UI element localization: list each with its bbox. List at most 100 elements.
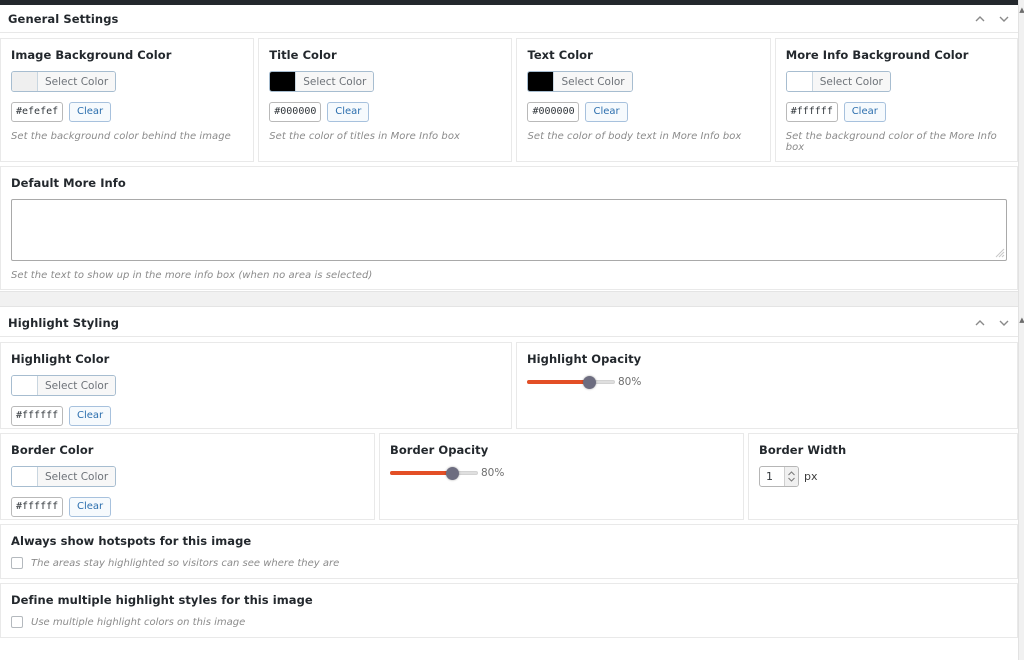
hex-input[interactable]: #ffffff [785, 102, 838, 122]
checkbox-row: Use multiple highlight colors on this im… [11, 616, 1007, 628]
hex-input[interactable]: #ffffff [11, 497, 63, 517]
textarea-wrapper [11, 199, 1007, 261]
field-always-show-hotspots: Always show hotspots for this image The … [0, 524, 1018, 579]
select-color-button[interactable]: Select Color [527, 71, 633, 92]
highlight-row-1: Highlight Color Select Color #ffffff Cle… [0, 337, 1018, 429]
highlight-row-2: Border Color Select Color #ffffff Clear … [0, 429, 1018, 520]
color-swatch [786, 72, 813, 91]
clear-button[interactable]: Clear [327, 102, 370, 122]
general-settings-tools [974, 5, 1010, 33]
field-label: Default More Info [11, 176, 126, 190]
vertical-scrollbar[interactable]: ▲ ▲ [1018, 0, 1024, 660]
clear-button[interactable]: Clear [69, 102, 112, 122]
hex-input[interactable]: #efefef [11, 102, 63, 122]
select-color-label: Select Color [812, 72, 890, 91]
hex-row: #ffffff Clear [11, 497, 364, 517]
field-helper-text: Set the color of body text in More Info … [527, 131, 742, 142]
border-opacity-slider[interactable]: 80% [390, 466, 733, 480]
highlight-styling-header: Highlight Styling [0, 309, 1018, 337]
section-general-settings: General Settings Image Background Color … [0, 5, 1018, 290]
highlight-opacity-slider[interactable]: 80% [527, 375, 1007, 389]
slider-control[interactable] [527, 375, 615, 389]
highlight-styling-tools [974, 309, 1010, 337]
field-more-info-background-color: More Info Background Color Select Color … [774, 38, 1018, 162]
section-highlight-styling: Highlight Styling Highlight Color Select… [0, 309, 1018, 638]
section-separator-band [0, 291, 1018, 307]
border-width-value[interactable]: 1 [760, 470, 784, 483]
field-border-opacity: Border Opacity 80% [379, 433, 744, 520]
hex-input[interactable]: #ffffff [11, 406, 63, 426]
chevron-down-icon[interactable] [998, 317, 1010, 329]
select-color-label: Select Color [38, 467, 116, 486]
color-swatch [12, 467, 38, 486]
slider-control[interactable] [390, 466, 478, 480]
field-text-color: Text Color Select Color #000000 Clear Se… [516, 38, 771, 162]
checkbox-row: The areas stay highlighted so visitors c… [11, 557, 1007, 569]
border-width-row: 1 px [759, 466, 1007, 487]
field-label: Border Width [759, 443, 847, 457]
clear-button[interactable]: Clear [69, 406, 112, 426]
clear-button[interactable]: Clear [843, 102, 886, 122]
chevron-down-icon[interactable] [998, 13, 1010, 25]
field-multiple-highlight-styles: Define multiple highlight styles for thi… [0, 583, 1018, 638]
color-swatch [12, 376, 38, 395]
slider-fill [390, 471, 452, 475]
chevron-up-icon[interactable] [974, 13, 986, 25]
select-color-label: Select Color [554, 72, 632, 91]
hex-row: #ffffff Clear [11, 406, 501, 426]
section-title: Highlight Styling [8, 315, 120, 330]
border-width-unit: px [804, 470, 818, 483]
field-label: More Info Background Color [785, 48, 969, 62]
slider-value-label: 80% [481, 467, 505, 479]
general-settings-header: General Settings [0, 5, 1018, 33]
select-color-button[interactable]: Select Color [11, 466, 117, 487]
clear-button[interactable]: Clear [69, 497, 112, 517]
select-color-button[interactable]: Select Color [785, 71, 891, 92]
field-helper-text: Set the color of titles in More Info box [269, 131, 460, 142]
always-show-hotspots-checkbox[interactable] [11, 557, 23, 569]
field-label: Border Color [11, 443, 94, 457]
select-color-button[interactable]: Select Color [11, 71, 117, 92]
field-highlight-color: Highlight Color Select Color #ffffff Cle… [0, 342, 512, 429]
select-color-label: Select Color [38, 376, 116, 395]
scroll-up-arrow-icon[interactable]: ▲ [1019, 6, 1024, 15]
slider-value-label: 80% [618, 376, 642, 388]
hex-row: #000000 Clear [527, 102, 759, 122]
slider-fill [527, 380, 589, 384]
field-label: Highlight Color [11, 352, 110, 366]
page-title: General Settings [8, 11, 119, 26]
field-highlight-opacity: Highlight Opacity 80% [516, 342, 1018, 429]
scroll-up-arrow-icon[interactable]: ▲ [1019, 316, 1024, 325]
color-swatch [270, 72, 297, 91]
checkbox-description: Use multiple highlight colors on this im… [31, 616, 246, 628]
slider-thumb[interactable] [583, 376, 596, 389]
field-default-more-info: Default More Info Set the text to show u… [0, 166, 1018, 290]
multiple-highlight-styles-checkbox[interactable] [11, 616, 23, 628]
select-color-button[interactable]: Select Color [269, 71, 375, 92]
stepper-arrows-icon[interactable] [784, 467, 798, 486]
field-title-color: Title Color Select Color #000000 Clear S… [258, 38, 513, 162]
field-helper-text: Set the background color behind the imag… [11, 131, 231, 142]
hex-row: #000000 Clear [269, 102, 501, 122]
field-label: Image Background Color [11, 48, 172, 62]
field-label: Border Opacity [390, 443, 489, 457]
field-label: Text Color [527, 48, 593, 62]
hex-input[interactable]: #000000 [269, 102, 322, 122]
color-swatch [528, 72, 555, 91]
hex-row: #efefef Clear [11, 102, 243, 122]
hex-input[interactable]: #000000 [527, 102, 580, 122]
settings-page: General Settings Image Background Color … [0, 0, 1024, 660]
field-border-color: Border Color Select Color #ffffff Clear [0, 433, 375, 520]
select-color-label: Select Color [296, 72, 374, 91]
color-swatch [12, 72, 38, 91]
slider-thumb[interactable] [446, 467, 459, 480]
select-color-label: Select Color [38, 72, 116, 91]
default-more-info-textarea[interactable] [11, 199, 1007, 261]
field-border-width: Border Width 1 px [748, 433, 1018, 520]
quantity-stepper[interactable]: 1 [759, 466, 799, 487]
select-color-button[interactable]: Select Color [11, 375, 117, 396]
field-label: Highlight Opacity [527, 352, 642, 366]
field-label: Always show hotspots for this image [11, 534, 252, 548]
chevron-up-icon[interactable] [974, 317, 986, 329]
clear-button[interactable]: Clear [585, 102, 628, 122]
